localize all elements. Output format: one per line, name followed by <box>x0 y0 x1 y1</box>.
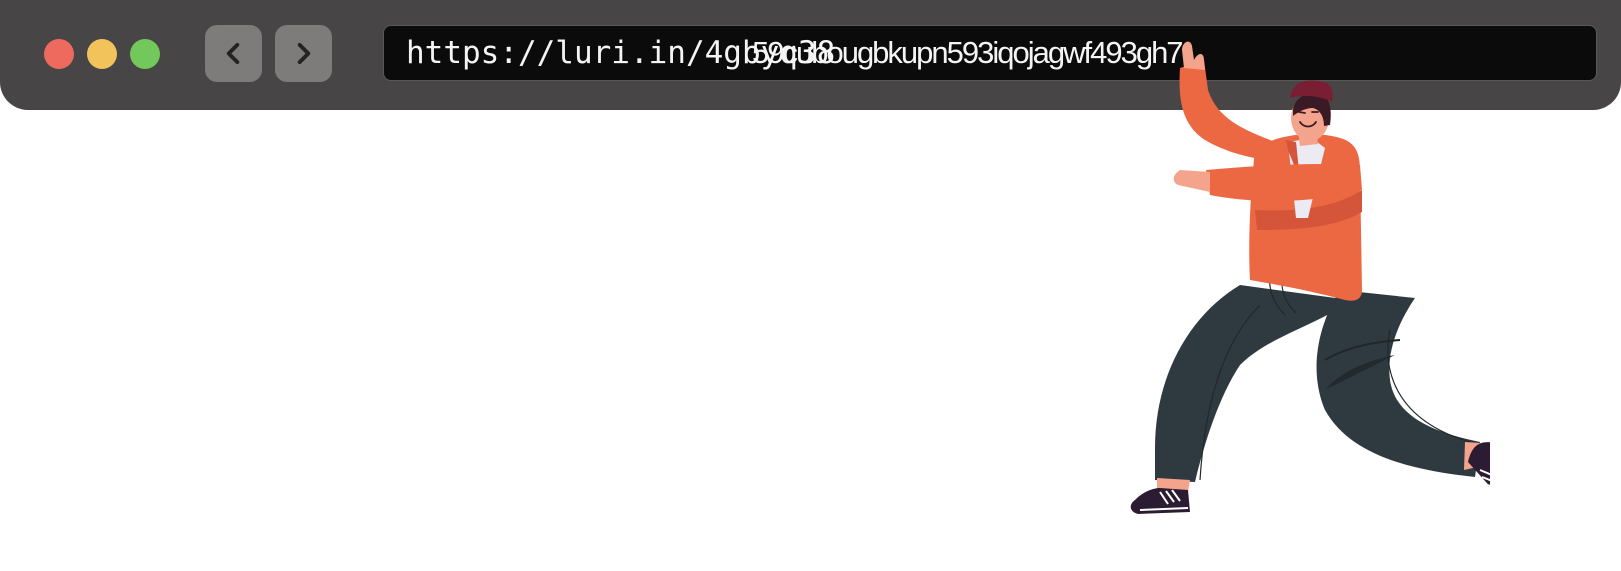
close-window-button[interactable] <box>44 39 74 69</box>
forward-button[interactable] <box>275 25 332 82</box>
back-leg <box>1316 290 1480 477</box>
chevron-left-icon <box>226 42 240 65</box>
chevron-right-icon <box>297 42 311 65</box>
minimize-window-button[interactable] <box>87 39 117 69</box>
person-waving-illustration <box>1130 41 1490 514</box>
back-button[interactable] <box>205 25 262 82</box>
zoom-window-button[interactable] <box>130 39 160 69</box>
raised-arm <box>1179 60 1275 160</box>
